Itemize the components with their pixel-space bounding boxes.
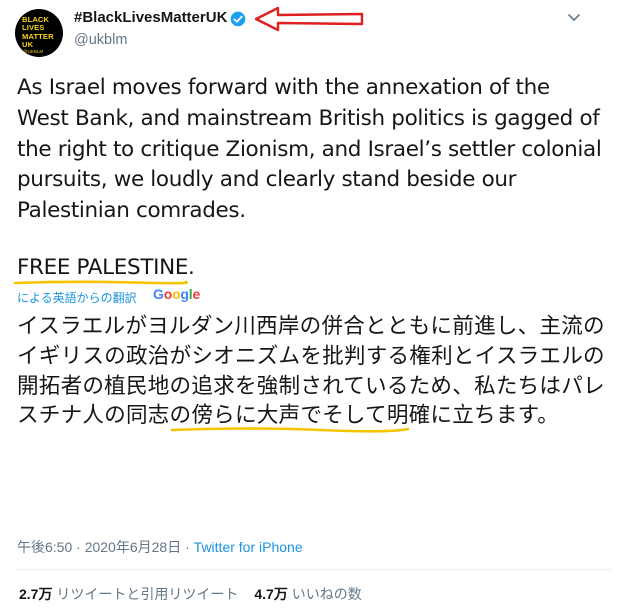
likes-count: 4.7万 xyxy=(254,586,288,602)
display-name[interactable]: #BlackLivesMatterUK xyxy=(74,9,227,26)
retweets-label: リツイートと引用リツイート xyxy=(56,586,239,602)
meta-separator: · xyxy=(76,539,81,555)
user-handle[interactable]: @ukblm xyxy=(74,32,127,48)
translation-attribution[interactable]: による英語からの翻訳 Google xyxy=(17,286,200,305)
red-arrow-annotation-icon xyxy=(254,6,364,32)
retweets-count: 2.7万 xyxy=(19,586,53,602)
avatar-handle: @UKBLM xyxy=(23,49,44,54)
likes-label: いいねの数 xyxy=(291,586,362,602)
tweet-stats: 2.7万 リツイートと引用リツイート 4.7万 いいねの数 xyxy=(19,584,362,604)
google-logo: Google xyxy=(153,286,201,302)
tweet-source-link[interactable]: Twitter for iPhone xyxy=(194,539,303,555)
tweet-date[interactable]: 2020年6月28日 xyxy=(85,539,182,555)
tweet-text: As Israel moves forward with the annexat… xyxy=(17,75,602,224)
likes-stat[interactable]: 4.7万 いいねの数 xyxy=(254,586,361,602)
meta-separator-2: · xyxy=(185,539,190,555)
translate-label[interactable]: による英語からの翻訳 xyxy=(17,291,137,305)
divider xyxy=(17,569,611,570)
verified-badge-icon xyxy=(230,11,246,27)
translated-text: イスラエルがヨルダン川西岸の併合とともに前進し、主流のイギリスの政治がシオニズム… xyxy=(17,314,605,429)
yellow-underline-annotation-2 xyxy=(170,427,410,433)
tweet-time[interactable]: 午後6:50 xyxy=(17,539,72,555)
tweet-meta: 午後6:50 · 2020年6月28日 · Twitter for iPhone xyxy=(17,537,303,557)
avatar[interactable]: BLACK LIVES MATTER UK @UKBLM xyxy=(15,9,63,57)
yellow-underline-annotation xyxy=(13,280,188,285)
avatar-text: BLACK LIVES MATTER UK xyxy=(22,15,54,50)
free-palestine-text: FREE PALESTINE. xyxy=(17,255,195,280)
caret-down-icon[interactable] xyxy=(566,10,582,24)
retweets-stat[interactable]: 2.7万 リツイートと引用リツイート xyxy=(19,586,238,602)
